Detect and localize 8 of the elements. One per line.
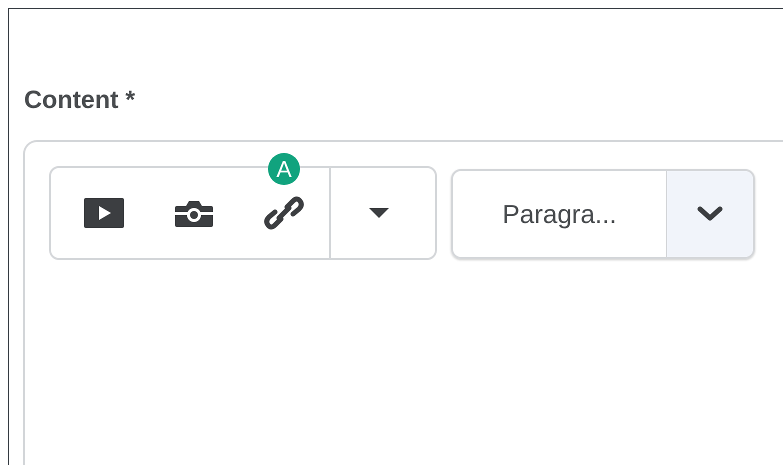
badge: A [268,153,300,185]
play-icon [84,198,124,228]
format-value: Paragra... [501,198,618,230]
format-select[interactable]: Paragra... [451,169,755,259]
camera-icon [174,198,214,228]
chevron-down-icon [697,206,723,222]
field-label: Content * [24,86,136,115]
caret-icon [368,207,390,219]
